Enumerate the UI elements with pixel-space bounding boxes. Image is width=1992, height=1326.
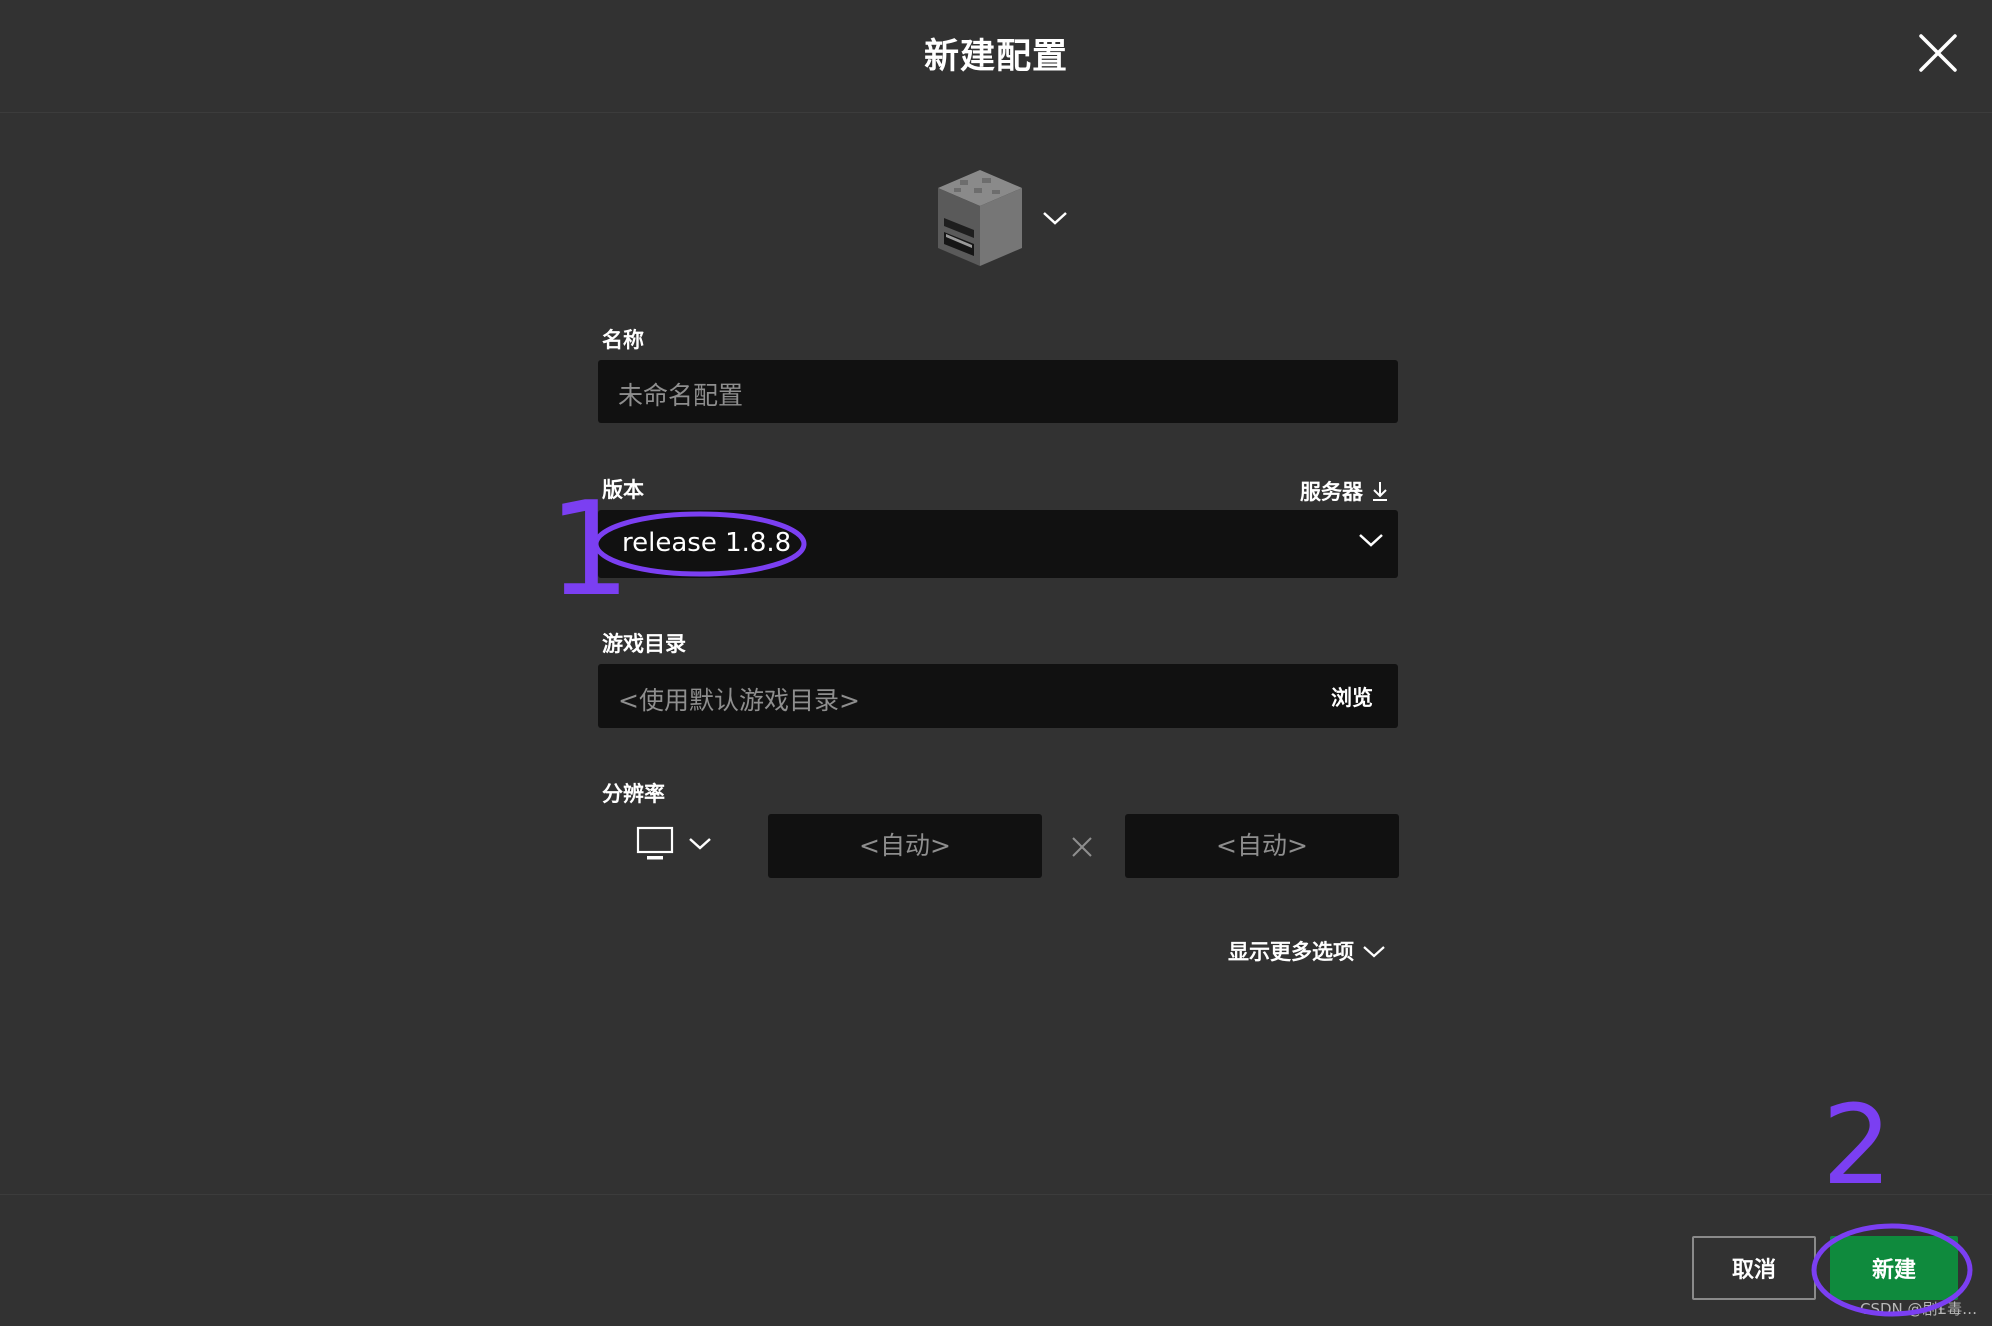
game-dir-placeholder: <使用默认游戏目录>: [618, 686, 860, 715]
chevron-down-icon: [1363, 945, 1385, 957]
name-input[interactable]: 未命名配置: [598, 360, 1398, 423]
chevron-down-icon: [689, 838, 711, 850]
name-placeholder: 未命名配置: [618, 381, 744, 410]
resolution-label: 分辨率: [602, 782, 665, 806]
version-label: 版本: [602, 478, 644, 502]
width-placeholder: <自动>: [859, 831, 951, 860]
watermark: CSDN @剧£毒…: [1860, 1300, 1978, 1318]
resolution-height-input[interactable]: <自动>: [1125, 814, 1399, 878]
game-dir-input[interactable]: <使用默认游戏目录> 浏览: [598, 664, 1398, 728]
server-label: 服务器: [1300, 480, 1363, 504]
resolution-width-input[interactable]: <自动>: [768, 814, 1042, 878]
more-options-label: 显示更多选项: [1228, 940, 1354, 964]
height-placeholder: <自动>: [1216, 831, 1308, 860]
resolution-preset-dropdown[interactable]: [636, 826, 716, 866]
cancel-button[interactable]: 取消: [1692, 1236, 1816, 1300]
version-value: release 1.8.8: [622, 528, 792, 558]
monitor-icon: [636, 826, 674, 860]
create-button[interactable]: 新建: [1830, 1236, 1958, 1300]
annotation-number-2: 2: [1822, 1081, 1892, 1209]
close-icon: [1919, 34, 1957, 72]
dialog-header: 新建配置: [0, 0, 1992, 113]
show-more-options[interactable]: 显示更多选项: [1228, 936, 1386, 966]
version-select[interactable]: release 1.8.8: [598, 510, 1398, 578]
chevron-down-icon: [1043, 212, 1067, 225]
download-icon: [1373, 482, 1387, 501]
times-icon: [1072, 837, 1092, 857]
close-button[interactable]: [1915, 30, 1961, 76]
furnace-block-icon: [938, 170, 1022, 266]
name-label: 名称: [602, 328, 644, 352]
dialog-title: 新建配置: [923, 37, 1068, 77]
browse-button[interactable]: 浏览: [1331, 682, 1373, 712]
game-dir-label: 游戏目录: [602, 632, 686, 656]
server-download-link[interactable]: 服务器: [1300, 476, 1389, 506]
new-profile-dialog: 新建配置 名称 未命名配置 版本 服务器 release 1.8.8 游戏目录 …: [0, 0, 1992, 1326]
profile-icon-selector[interactable]: [930, 166, 1080, 270]
chevron-down-icon: [1359, 534, 1383, 547]
